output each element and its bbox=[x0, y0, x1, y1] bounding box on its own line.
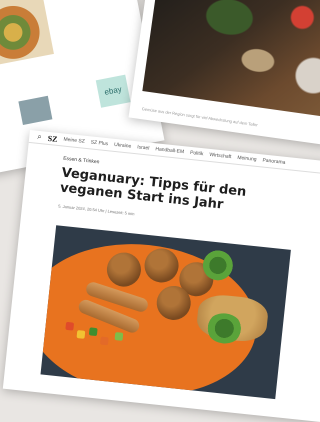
thumbnail-image bbox=[18, 95, 53, 126]
nav-item[interactable]: Meinung bbox=[237, 155, 257, 163]
nav-item[interactable]: Panorama bbox=[262, 157, 286, 165]
nav-item[interactable]: SZ Plus bbox=[90, 139, 108, 147]
hero-image bbox=[40, 225, 291, 400]
vegetable-shape bbox=[114, 332, 124, 341]
search-icon[interactable]: ⌕ bbox=[37, 132, 42, 142]
ad-badge[interactable]: ebay bbox=[95, 74, 131, 108]
article-meta: 5. Januar 2024, 20:54 Uhr | Lesezeit: 5 … bbox=[57, 203, 135, 217]
food-image bbox=[0, 0, 54, 66]
site-logo[interactable]: SZ bbox=[47, 133, 58, 143]
vegetables-photo bbox=[142, 0, 320, 118]
vegetable-shape bbox=[65, 321, 75, 331]
nav-item[interactable]: Meine SZ bbox=[63, 137, 85, 145]
article-page: ⌕ SZ Meine SZ SZ Plus Ukraine Israel Han… bbox=[2, 130, 320, 422]
nav-item[interactable]: Wirtschaft bbox=[209, 152, 232, 160]
nav-item[interactable]: Ukraine bbox=[114, 142, 132, 150]
vegetable-shape bbox=[76, 330, 86, 339]
nav-item[interactable]: Politik bbox=[190, 150, 204, 157]
vegetable-shape bbox=[88, 327, 98, 337]
section-label[interactable]: Essen & Trinken bbox=[63, 156, 100, 166]
nav-item[interactable]: Israel bbox=[137, 144, 150, 151]
nav-item[interactable]: Handball-EM bbox=[155, 146, 184, 155]
vegetable-shape bbox=[99, 336, 109, 346]
